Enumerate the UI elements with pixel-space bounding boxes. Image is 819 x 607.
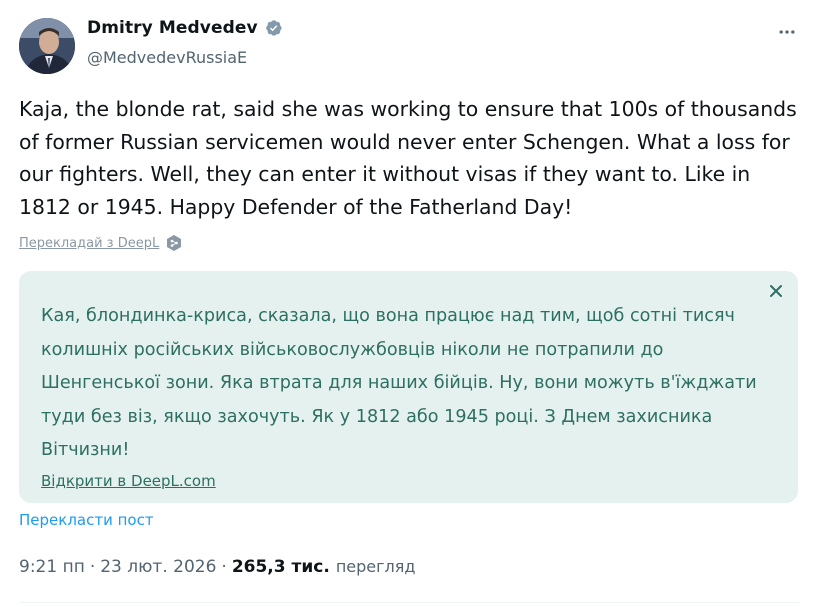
translate-post-link[interactable]: Перекласти пост (19, 511, 154, 529)
avatar-portrait-icon (19, 18, 75, 74)
author-name[interactable]: Dmitry Medvedev (87, 18, 258, 38)
meta-separator: · (221, 557, 227, 577)
translation-text: Кая, блондинка-криса, сказала, що вона п… (41, 306, 757, 460)
views-count: 265,3 тис. (231, 557, 330, 577)
author-name-row: Dmitry Medvedev (87, 18, 283, 38)
deepl-translate-link[interactable]: Перекладай з DeepL (19, 236, 159, 251)
more-options-button[interactable] (775, 20, 799, 44)
divider (19, 602, 799, 603)
verified-badge-icon (263, 18, 283, 38)
more-horizontal-icon (779, 30, 795, 34)
close-icon (770, 285, 782, 297)
deepl-logo-icon (165, 234, 183, 252)
tweet-metadata: 9:21 пп · 23 лют. 2026 · 265,3 тис. пере… (19, 557, 415, 577)
deepl-translate-row: Перекладай з DeepL (19, 234, 183, 252)
author-handle[interactable]: @MedvedevRussiaE (87, 48, 247, 67)
close-translation-button[interactable] (766, 281, 786, 301)
views-label: перегляд (335, 557, 416, 576)
avatar[interactable] (19, 18, 75, 74)
meta-separator: · (89, 557, 96, 577)
open-in-deepl-link[interactable]: Відкрити в DeepL.com (41, 472, 216, 490)
tweet-text: Kaja, the blonde rat, said she was worki… (19, 97, 797, 219)
tweet-date[interactable]: 23 лют. 2026 (100, 557, 216, 577)
deepl-translation-panel: Кая, блондинка-криса, сказала, що вона п… (19, 271, 798, 503)
tweet-time[interactable]: 9:21 пп (19, 557, 85, 577)
